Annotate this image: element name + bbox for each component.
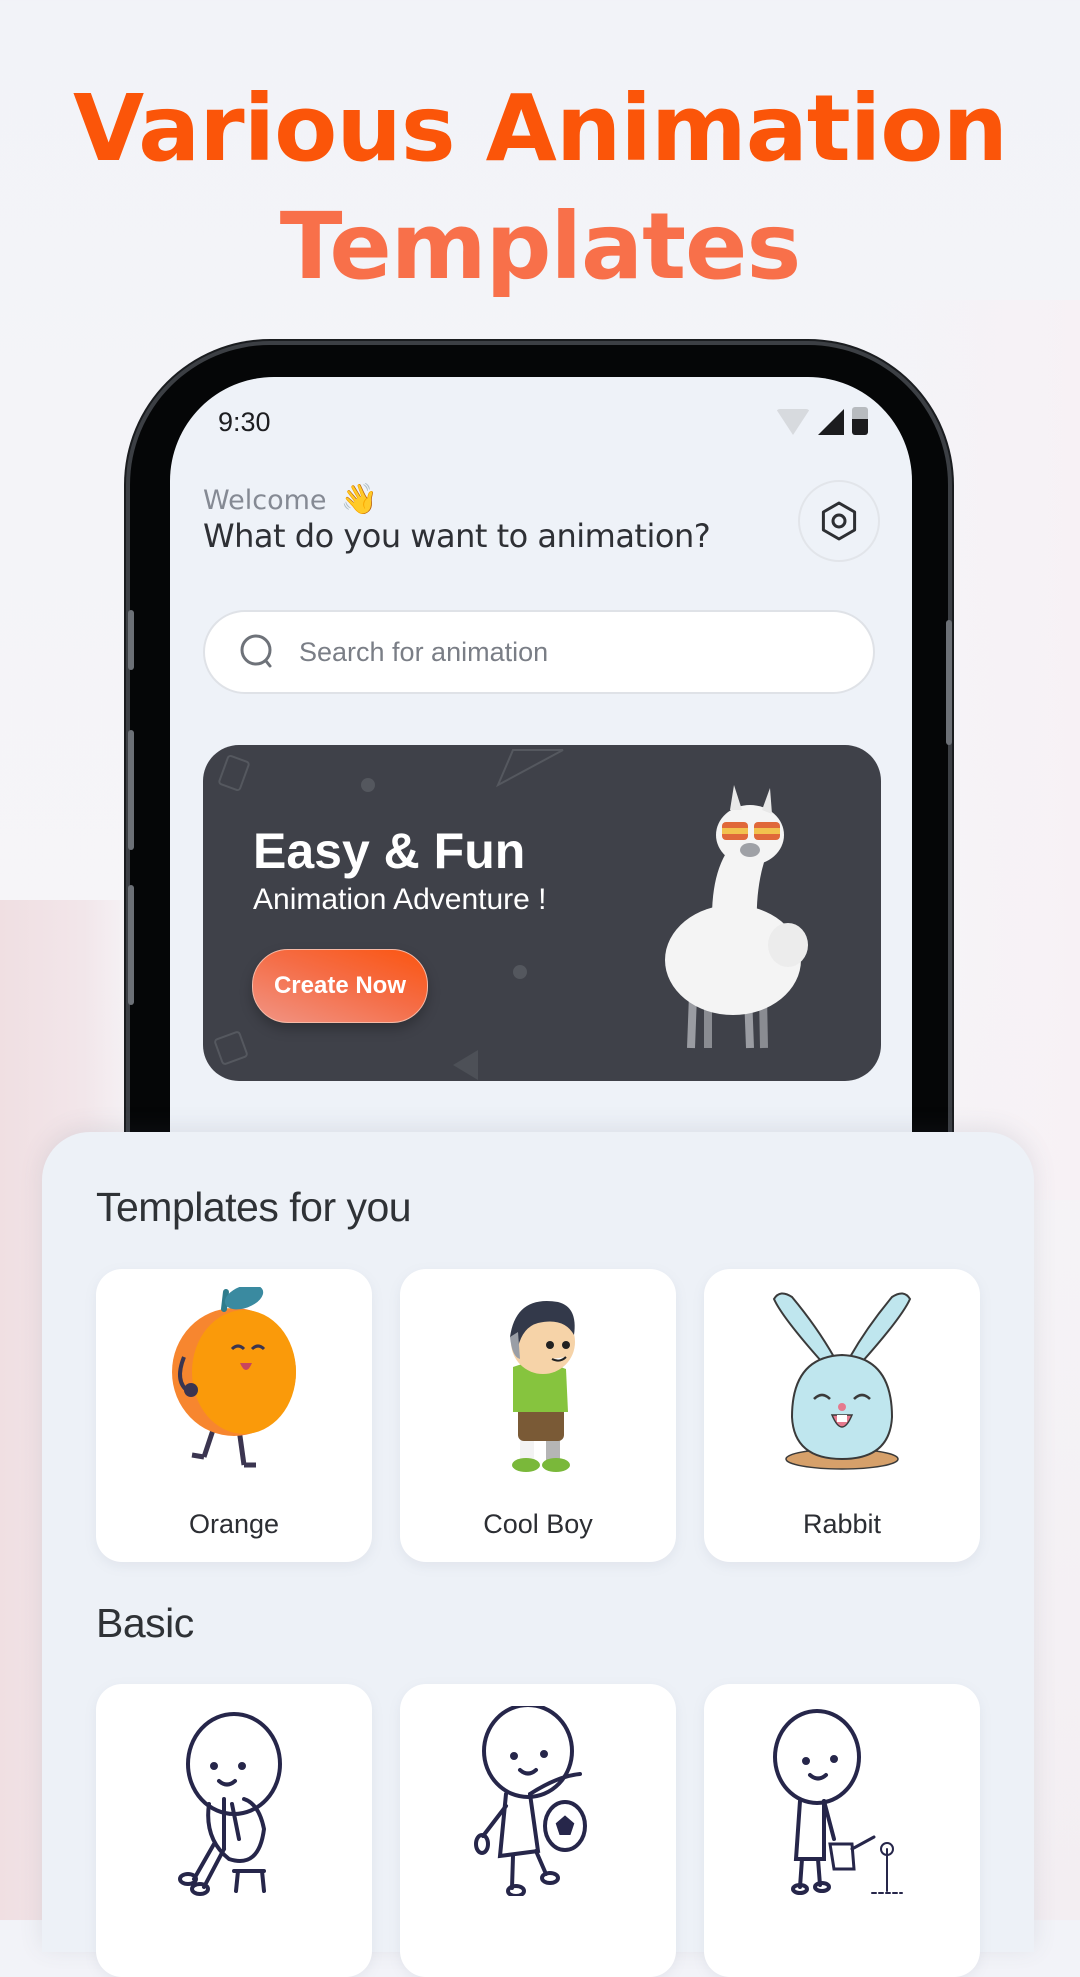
decorative-dot	[361, 778, 375, 792]
page-title: What do you want to animation?	[203, 517, 711, 555]
phone-volume-up-button	[128, 730, 134, 850]
search-bar[interactable]	[203, 610, 875, 694]
rabbit-character-icon	[704, 1287, 980, 1477]
banner-title: Easy & Fun	[253, 823, 526, 879]
template-card-orange[interactable]: Orange	[96, 1269, 372, 1562]
stick-figure-watering-icon	[704, 1709, 980, 1899]
create-now-button[interactable]: Create Now	[252, 949, 428, 1023]
phone-screen: 9:30 Welcome 👋 What do you want to animat…	[170, 377, 912, 1137]
template-card-cool-boy[interactable]: Cool Boy	[400, 1269, 676, 1562]
waving-hand-icon: 👋	[340, 482, 378, 517]
phone-power-button	[946, 620, 952, 745]
template-card-label: Cool Boy	[483, 1509, 593, 1539]
decorative-shape-icon	[214, 1031, 248, 1065]
banner-subtitle: Animation Adventure !	[253, 883, 547, 916]
decorative-triangle-icon	[495, 749, 564, 788]
template-card-rabbit[interactable]: Rabbit	[704, 1269, 980, 1562]
decorative-triangle-icon	[453, 1050, 478, 1080]
headline-line-1: Various Animation	[72, 75, 1008, 182]
headline-line-2: Templates	[279, 193, 801, 300]
cool-boy-character-icon	[400, 1287, 676, 1477]
template-card-basic-watering[interactable]	[704, 1684, 980, 1977]
battery-icon	[852, 407, 868, 435]
settings-button[interactable]	[798, 480, 880, 562]
decorative-dot	[513, 965, 527, 979]
welcome-text: Welcome 👋	[203, 482, 378, 517]
promo-banner[interactable]: Easy & Fun Animation Adventure ! Create …	[203, 745, 881, 1081]
orange-character-icon	[96, 1287, 372, 1477]
llama-illustration	[665, 785, 808, 1049]
template-card-label: Rabbit	[802, 1509, 882, 1539]
hexagon-settings-icon	[821, 501, 857, 541]
status-time: 9:30	[218, 407, 271, 437]
decorative-shape-icon	[218, 754, 250, 792]
section-title-templates: Templates for you	[96, 1184, 412, 1230]
welcome-label: Welcome	[203, 485, 327, 516]
phone-side-button	[128, 610, 134, 670]
promo-headline: Various Animation Templates	[0, 70, 1080, 306]
wifi-icon	[776, 409, 810, 435]
templates-sheet: Templates for you Orange Cool Boy Rabbit…	[42, 1132, 1034, 1977]
template-card-basic-football[interactable]	[400, 1684, 676, 1977]
stick-figure-sitting-icon	[96, 1709, 372, 1899]
template-card-basic-sitting[interactable]	[96, 1684, 372, 1977]
status-icons	[776, 407, 868, 435]
section-title-basic: Basic	[96, 1600, 194, 1646]
stick-figure-football-icon	[400, 1706, 676, 1896]
search-icon	[240, 634, 272, 668]
search-input[interactable]	[297, 635, 801, 669]
signal-icon	[818, 409, 844, 435]
phone-volume-down-button	[128, 885, 134, 1005]
template-card-label: Orange	[188, 1509, 280, 1539]
